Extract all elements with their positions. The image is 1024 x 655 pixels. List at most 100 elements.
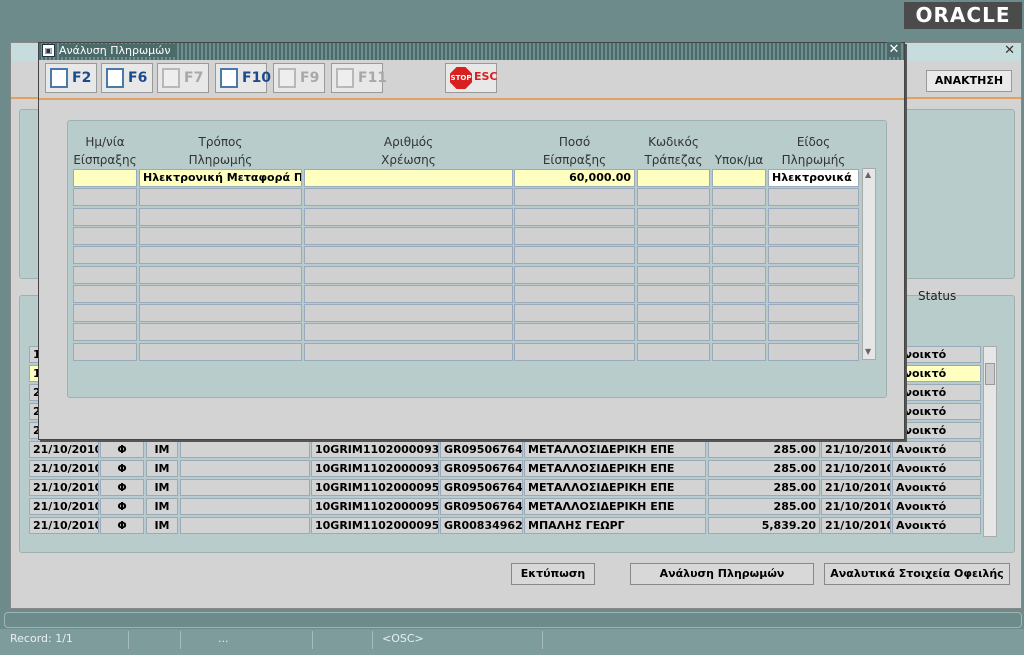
payment-empty-cell[interactable] [304,323,513,342]
table-cell-name[interactable]: ΜΕΤΑΛΛΟΣΙΔΕΡΙΚΗ ΕΠΕ [524,498,706,515]
row-status-cell[interactable]: Ανοικτό [892,365,981,382]
retrieve-button[interactable]: ΑΝΑΚΤΗΣΗ [926,70,1012,92]
table-cell-date[interactable]: 21/10/2010 [29,517,99,534]
payment-empty-cell[interactable] [304,284,513,303]
payment-empty-cell[interactable] [514,323,635,342]
payment-empty-cell[interactable] [768,304,859,323]
table-cell-code[interactable]: ΙΜ [146,460,178,477]
table-cell-blank[interactable] [180,441,310,458]
toolbar-button-f2[interactable]: F2 [45,63,97,93]
payment-empty-cell[interactable] [139,323,302,342]
payment-empty-cell[interactable] [514,188,635,207]
payment-field-charge_no[interactable] [304,169,513,187]
scrollbar-thumb[interactable] [985,363,995,385]
payment-empty-cell[interactable] [712,188,766,207]
payment-empty-cell[interactable] [712,284,766,303]
table-cell-date2[interactable]: 21/10/2010 [821,460,891,477]
table-cell-date2[interactable]: 21/10/2010 [821,498,891,515]
payment-empty-cell[interactable] [637,226,710,245]
results-scrollbar[interactable] [983,346,997,537]
table-cell-blank[interactable] [180,517,310,534]
scroll-up-icon[interactable]: ▲ [865,170,871,179]
payment-empty-cell[interactable] [139,342,302,361]
payment-field-method[interactable]: Ηλεκτρονική Μεταφορά Πίστωσης [139,169,302,187]
table-cell-amount[interactable]: 5,839.20 [708,517,820,534]
payment-empty-cell[interactable] [304,226,513,245]
debt-details-button[interactable]: Αναλυτικά Στοιχεία Οφειλής [824,563,1010,585]
table-cell-t[interactable]: Φ [100,441,144,458]
payment-field-bank_code[interactable] [637,169,710,187]
table-cell-gr[interactable]: GR008349622 [440,517,523,534]
table-cell-gr[interactable]: GR095067646 [440,498,523,515]
table-cell-date[interactable]: 21/10/2010 [29,460,99,477]
table-cell-status[interactable]: Ανοικτό [892,498,981,515]
table-cell-status[interactable]: Ανοικτό [892,517,981,534]
payments-scrollbar[interactable]: ▲ ▼ [862,168,876,360]
payment-empty-cell[interactable] [637,265,710,284]
payment-empty-cell[interactable] [73,304,137,323]
table-cell-blank[interactable] [180,479,310,496]
payment-empty-cell[interactable] [304,342,513,361]
row-status-cell[interactable]: Ανοικτό [892,403,981,420]
payment-empty-cell[interactable] [73,265,137,284]
table-cell-name[interactable]: ΜΕΤΑΛΛΟΣΙΔΕΡΙΚΗ ΕΠΕ [524,479,706,496]
print-button[interactable]: Εκτύπωση [511,563,595,585]
payment-empty-cell[interactable] [768,342,859,361]
payment-empty-cell[interactable] [768,284,859,303]
table-cell-code[interactable]: ΙΜ [146,441,178,458]
payment-empty-cell[interactable] [637,188,710,207]
payment-empty-cell[interactable] [304,246,513,265]
table-cell-ref[interactable]: 10GRIM110200009543 [311,517,439,534]
payment-empty-cell[interactable] [514,304,635,323]
close-icon[interactable]: ✕ [887,42,901,57]
payment-empty-cell[interactable] [514,207,635,226]
table-cell-date2[interactable]: 21/10/2010 [821,479,891,496]
table-cell-status[interactable]: Ανοικτό [892,479,981,496]
payment-empty-cell[interactable] [139,304,302,323]
table-cell-code[interactable]: ΙΜ [146,479,178,496]
payment-empty-cell[interactable] [514,284,635,303]
payment-empty-cell[interactable] [768,226,859,245]
row-status-cell[interactable]: Ανοικτό [892,422,981,439]
payment-empty-cell[interactable] [304,265,513,284]
payment-empty-cell[interactable] [768,246,859,265]
table-cell-ref[interactable]: 10GRIM110200009586 [311,498,439,515]
payment-empty-cell[interactable] [712,342,766,361]
payment-empty-cell[interactable] [514,265,635,284]
table-cell-date[interactable]: 21/10/2010 [29,441,99,458]
toolbar-button-f10[interactable]: F10 [215,63,271,93]
payment-empty-cell[interactable] [73,226,137,245]
payment-empty-cell[interactable] [768,188,859,207]
table-cell-date[interactable]: 21/10/2010 [29,479,99,496]
payment-empty-cell[interactable] [712,226,766,245]
payment-empty-cell[interactable] [514,226,635,245]
payment-empty-cell[interactable] [637,323,710,342]
payment-empty-cell[interactable] [73,284,137,303]
table-cell-t[interactable]: Φ [100,517,144,534]
table-cell-gr[interactable]: GR095067646 [440,441,523,458]
payment-empty-cell[interactable] [73,323,137,342]
payment-empty-cell[interactable] [304,304,513,323]
payment-empty-cell[interactable] [73,207,137,226]
scroll-down-icon[interactable]: ▼ [865,347,871,356]
table-cell-name[interactable]: ΜΕΤΑΛΛΟΣΙΔΕΡΙΚΗ ΕΠΕ [524,460,706,477]
table-cell-name[interactable]: ΜΠΑΛΗΣ ΓΕΩΡΓ [524,517,706,534]
payment-empty-cell[interactable] [712,323,766,342]
payment-empty-cell[interactable] [712,304,766,323]
payment-field-date[interactable] [73,169,137,187]
payment-empty-cell[interactable] [768,265,859,284]
payment-empty-cell[interactable] [514,342,635,361]
table-cell-gr[interactable]: GR095067646 [440,479,523,496]
table-cell-t[interactable]: Φ [100,498,144,515]
payment-empty-cell[interactable] [514,246,635,265]
table-cell-code[interactable]: ΙΜ [146,498,178,515]
payment-empty-cell[interactable] [304,188,513,207]
table-cell-gr[interactable]: GR095067646 [440,460,523,477]
table-cell-amount[interactable]: 285.00 [708,441,820,458]
table-cell-t[interactable]: Φ [100,460,144,477]
table-cell-blank[interactable] [180,498,310,515]
table-cell-date2[interactable]: 21/10/2010 [821,441,891,458]
close-icon[interactable]: ✕ [1004,43,1015,58]
table-cell-ref[interactable]: 10GRIM110200009560 [311,479,439,496]
dialog-titlebar[interactable]: ▣ Ανάλυση Πληρωμών ✕ [39,42,904,60]
